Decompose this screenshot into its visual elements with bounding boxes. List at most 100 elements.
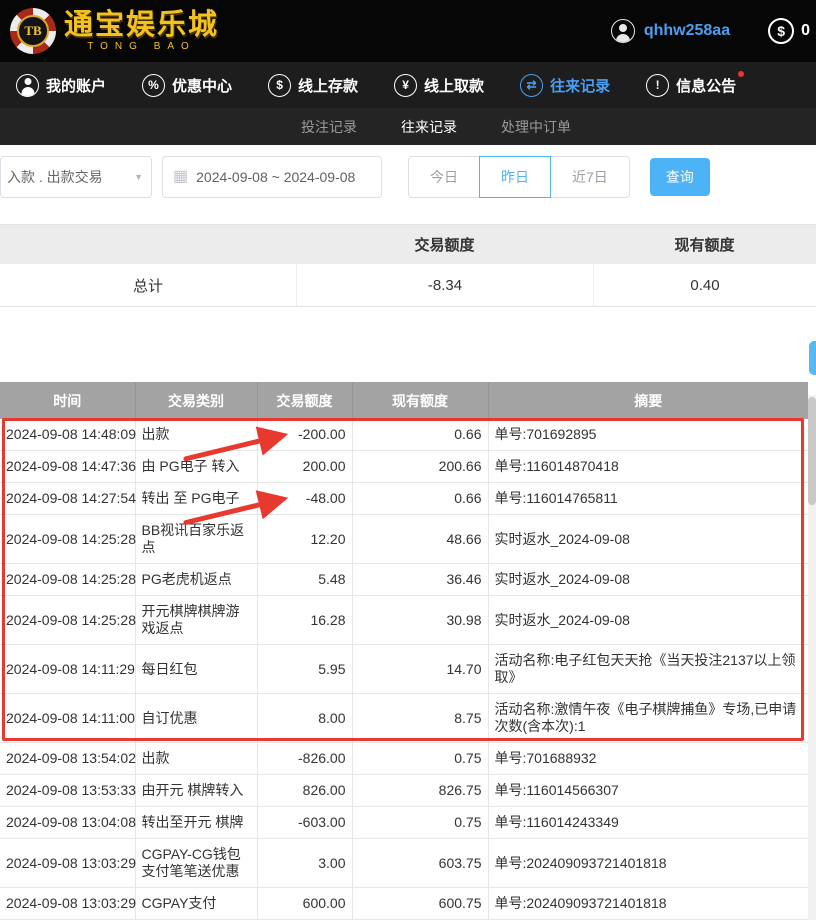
nav-item-my-account[interactable]: 我的账户 bbox=[16, 74, 106, 97]
cell-summary: 活动名称:电子红包天天抢《当天投注2137以上领取》 bbox=[488, 645, 808, 694]
notification-dot bbox=[738, 71, 744, 77]
cell-summary: 单号:116014566307 bbox=[488, 775, 808, 807]
username[interactable]: qhhw258aa bbox=[644, 22, 730, 40]
nav-item-transaction-records[interactable]: ⇄ 往来记录 bbox=[520, 74, 610, 97]
date-range-picker[interactable]: ▦ 2024-09-08 ~ 2024-09-08 bbox=[162, 156, 382, 198]
scrollbar-thumb[interactable] bbox=[808, 397, 816, 505]
nav-item-withdraw[interactable]: ¥ 线上取款 bbox=[394, 74, 484, 97]
cell-balance: 603.75 bbox=[352, 839, 488, 888]
filter-bar: 入款 . 出款交易 ▼ ▦ 2024-09-08 ~ 2024-09-08 今日… bbox=[0, 145, 816, 198]
cell-balance: 14.70 bbox=[352, 645, 488, 694]
tab-bet-records[interactable]: 投注记录 bbox=[301, 117, 357, 137]
cell-type: CGPAY支付 bbox=[135, 888, 257, 920]
nav-item-deposit[interactable]: $ 线上存款 bbox=[268, 74, 358, 97]
cell-time: 2024-09-08 14:11:00 bbox=[0, 694, 135, 743]
cell-summary: 单号:116014243349 bbox=[488, 807, 808, 839]
table-row: 2024-09-08 14:48:09出款-200.000.66单号:70169… bbox=[0, 419, 808, 451]
logo[interactable]: TB 通宝娱乐城 TONG BAO bbox=[10, 8, 219, 54]
account-area: qhhw258aa $ 0 bbox=[611, 18, 810, 44]
transaction-type-select[interactable]: 入款 . 出款交易 ▼ bbox=[0, 156, 152, 198]
summary-header-balance: 现有额度 bbox=[593, 234, 816, 255]
cell-type: PG老虎机返点 bbox=[135, 564, 257, 596]
cell-type: 出款 bbox=[135, 419, 257, 451]
tab-transaction-records[interactable]: 往来记录 bbox=[401, 117, 457, 137]
cell-summary: 单号:116014765811 bbox=[488, 483, 808, 515]
cell-balance: 0.66 bbox=[352, 419, 488, 451]
summary-total-amount: -8.34 bbox=[296, 264, 593, 306]
cell-summary: 单号:116014870418 bbox=[488, 451, 808, 483]
tab-pending-orders[interactable]: 处理中订单 bbox=[501, 117, 571, 137]
cell-amount: 600.00 bbox=[257, 888, 352, 920]
cell-amount: -200.00 bbox=[257, 419, 352, 451]
cell-time: 2024-09-08 13:03:29 bbox=[0, 839, 135, 888]
cell-time: 2024-09-08 14:25:28 bbox=[0, 564, 135, 596]
cell-summary: 单号:701688932 bbox=[488, 743, 808, 775]
cell-type: 由 PG电子 转入 bbox=[135, 451, 257, 483]
nav-label: 优惠中心 bbox=[172, 75, 232, 96]
table-row: 2024-09-08 14:11:00自订优惠8.008.75活动名称:激情午夜… bbox=[0, 694, 808, 743]
cell-balance: 600.75 bbox=[352, 888, 488, 920]
casino-chip-label: TB bbox=[17, 15, 49, 47]
summary-total-balance: 0.40 bbox=[593, 264, 816, 306]
nav-label: 信息公告 bbox=[676, 75, 736, 96]
cell-type: 出款 bbox=[135, 743, 257, 775]
cell-time: 2024-09-08 14:11:29 bbox=[0, 645, 135, 694]
quick-range-group: 今日 昨日 近7日 bbox=[408, 156, 630, 198]
cell-summary: 实时返水_2024-09-08 bbox=[488, 596, 808, 645]
cell-balance: 48.66 bbox=[352, 515, 488, 564]
quick-range-yesterday-button[interactable]: 昨日 bbox=[479, 156, 551, 198]
cell-type: 自订优惠 bbox=[135, 694, 257, 743]
cell-summary: 单号:701692895 bbox=[488, 419, 808, 451]
table-row: 2024-09-08 13:03:29CGPAY支付600.00600.75单号… bbox=[0, 888, 808, 920]
cell-amount: -48.00 bbox=[257, 483, 352, 515]
user-avatar-icon bbox=[611, 19, 635, 43]
nav-label: 线上取款 bbox=[424, 75, 484, 96]
casino-chip-icon: TB bbox=[10, 8, 56, 54]
sub-tabs-inner: 投注记录 往来记录 处理中订单 bbox=[301, 117, 571, 137]
cell-summary: 实时返水_2024-09-08 bbox=[488, 564, 808, 596]
nav-item-promotions[interactable]: % 优惠中心 bbox=[142, 74, 232, 97]
table-row: 2024-09-08 13:04:08转出至开元 棋牌-603.000.75单号… bbox=[0, 807, 808, 839]
user-icon bbox=[16, 74, 39, 97]
cell-balance: 826.75 bbox=[352, 775, 488, 807]
cell-type: 转出至开元 棋牌 bbox=[135, 807, 257, 839]
cell-balance: 0.75 bbox=[352, 807, 488, 839]
cell-balance: 200.66 bbox=[352, 451, 488, 483]
table-row: 2024-09-08 14:25:28PG老虎机返点5.4836.46实时返水_… bbox=[0, 564, 808, 596]
table-row: 2024-09-08 14:27:54转出 至 PG电子-48.000.66单号… bbox=[0, 483, 808, 515]
cell-time: 2024-09-08 13:04:08 bbox=[0, 807, 135, 839]
quick-range-today-button[interactable]: 今日 bbox=[408, 156, 480, 198]
logo-title: 通宝娱乐城 bbox=[64, 9, 219, 41]
cell-amount: 5.95 bbox=[257, 645, 352, 694]
balance-amount: 0 bbox=[801, 22, 810, 40]
cell-time: 2024-09-08 14:48:09 bbox=[0, 419, 135, 451]
nav-label: 线上存款 bbox=[298, 75, 358, 96]
cell-amount: 8.00 bbox=[257, 694, 352, 743]
cell-type: 由开元 棋牌转入 bbox=[135, 775, 257, 807]
table-row: 2024-09-08 14:47:36由 PG电子 转入200.00200.66… bbox=[0, 451, 808, 483]
cell-type: CGPAY-CG钱包支付笔笔送优惠 bbox=[135, 839, 257, 888]
date-range-value: 2024-09-08 ~ 2024-09-08 bbox=[196, 169, 355, 185]
quick-range-7days-button[interactable]: 近7日 bbox=[550, 156, 630, 198]
records-table-wrap: 时间 交易类别 交易额度 现有额度 摘要 2024-09-08 14:48:09… bbox=[0, 382, 816, 920]
cell-balance: 8.75 bbox=[352, 694, 488, 743]
table-row: 2024-09-08 13:54:02出款-826.000.75单号:70168… bbox=[0, 743, 808, 775]
cell-time: 2024-09-08 14:25:28 bbox=[0, 596, 135, 645]
table-row: 2024-09-08 14:11:29每日红包5.9514.70活动名称:电子红… bbox=[0, 645, 808, 694]
summary-total-row: 总计 -8.34 0.40 bbox=[0, 264, 816, 307]
floating-widget-partial[interactable] bbox=[809, 341, 816, 375]
query-button[interactable]: 查询 bbox=[650, 158, 710, 196]
cell-amount: 200.00 bbox=[257, 451, 352, 483]
cell-summary: 实时返水_2024-09-08 bbox=[488, 515, 808, 564]
cell-amount: 12.20 bbox=[257, 515, 352, 564]
nav-item-announcements[interactable]: ! 信息公告 bbox=[646, 74, 736, 97]
col-header-type: 交易类别 bbox=[135, 382, 257, 419]
col-header-amount: 交易额度 bbox=[257, 382, 352, 419]
cell-time: 2024-09-08 14:27:54 bbox=[0, 483, 135, 515]
summary-section: 交易额度 现有额度 总计 -8.34 0.40 bbox=[0, 224, 816, 307]
cell-amount: 5.48 bbox=[257, 564, 352, 596]
summary-header-row: 交易额度 现有额度 bbox=[0, 224, 816, 264]
cell-amount: -826.00 bbox=[257, 743, 352, 775]
col-header-summary: 摘要 bbox=[488, 382, 808, 419]
select-value: 入款 . 出款交易 bbox=[7, 167, 134, 187]
